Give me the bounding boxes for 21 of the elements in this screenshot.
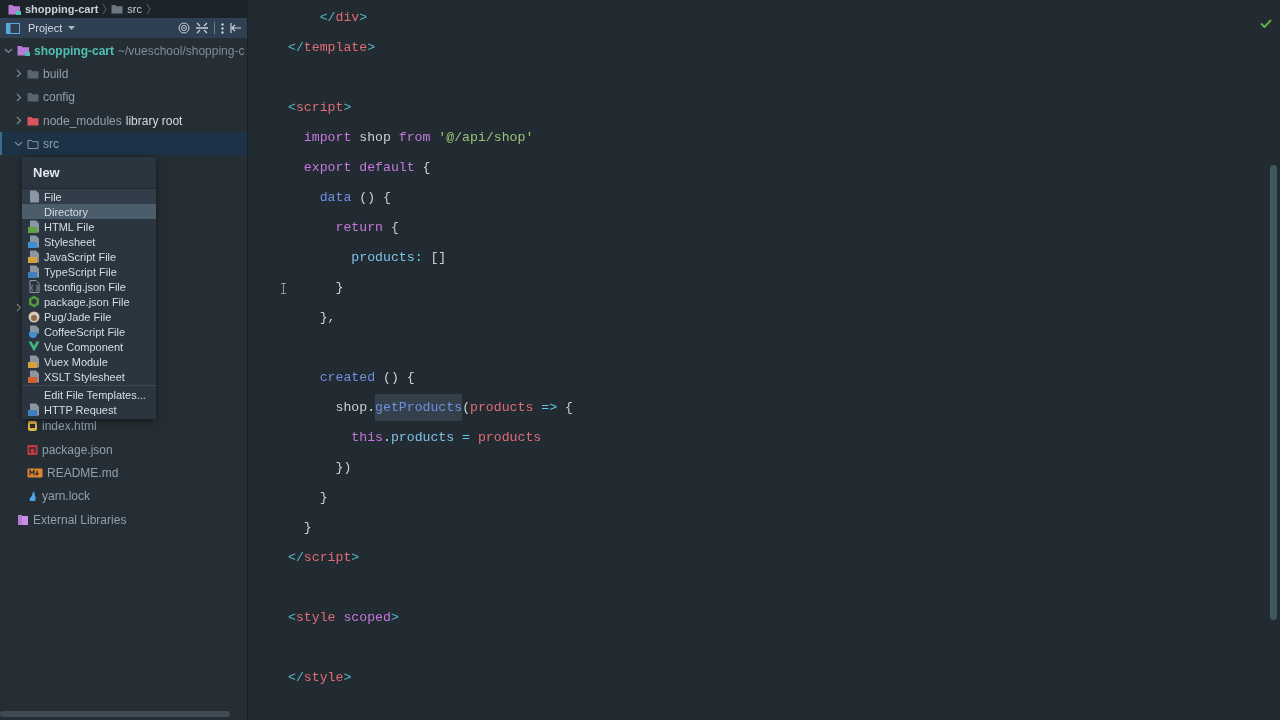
code-line: shop.getProducts(products => { bbox=[288, 393, 573, 423]
code-line: </template> bbox=[288, 39, 376, 57]
code-line: </div> bbox=[318, 9, 368, 27]
code-line: } bbox=[302, 519, 312, 537]
code-line: <style scoped> bbox=[288, 609, 399, 627]
code-line: export default { bbox=[302, 159, 431, 177]
code-line: </style> bbox=[288, 669, 352, 687]
code-line: products: [] bbox=[350, 249, 447, 267]
code-line: } bbox=[318, 489, 328, 507]
code-line: created () { bbox=[318, 369, 415, 387]
code-line: return { bbox=[334, 219, 399, 237]
code-line: <script> bbox=[288, 99, 352, 117]
code-line: import shop from '@/api/shop' bbox=[302, 129, 534, 147]
code-line: }, bbox=[318, 309, 336, 327]
path-hint: ~/vueschool/shopping-c bbox=[118, 43, 245, 58]
code-line: }) bbox=[334, 459, 352, 477]
code-line: } bbox=[334, 279, 344, 297]
code-line: data () { bbox=[318, 189, 391, 207]
code-line: this.products = products bbox=[350, 429, 542, 447]
library-root-label: library root bbox=[125, 113, 183, 128]
code-line: </script> bbox=[288, 549, 360, 567]
